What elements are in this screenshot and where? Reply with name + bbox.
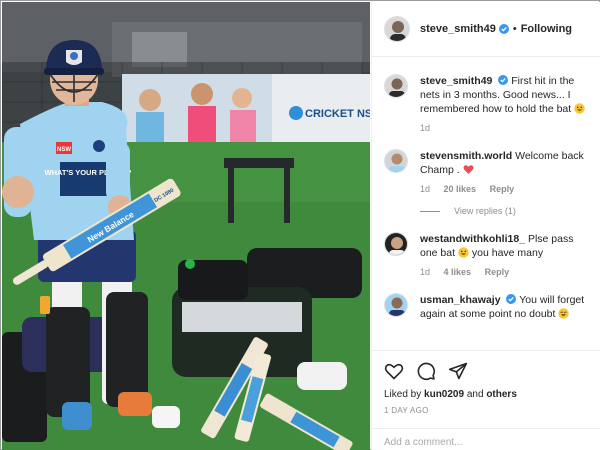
like-heart-icon[interactable]: [384, 361, 404, 381]
separator-dot: •: [512, 23, 517, 35]
view-replies-label: View replies (1): [454, 206, 516, 216]
comment-meta: 1d 20 likes Reply: [420, 184, 589, 194]
comment-timestamp: 1d: [420, 267, 431, 277]
post-photo[interactable]: CRICKET NS WHAT'S YOUR PLAN B? NSW New B…: [2, 2, 370, 450]
commenter-avatar[interactable]: [384, 293, 408, 317]
grin-emoji-icon: [574, 103, 585, 114]
verified-badge-icon: [498, 75, 509, 85]
liked-by-prefix: Liked by: [384, 389, 422, 400]
verified-badge-icon: [498, 24, 509, 34]
author-username[interactable]: steve_smith49: [420, 23, 496, 35]
heart-icon: [463, 164, 474, 175]
post-header: steve_smith49 • Following: [372, 2, 600, 57]
reply-button[interactable]: Reply: [490, 184, 515, 194]
caption-username[interactable]: steve_smith49: [420, 75, 492, 87]
verified-badge-icon: [506, 294, 517, 304]
liked-by-and: and: [466, 389, 484, 400]
comment-username[interactable]: westandwithkohli18_: [420, 233, 525, 245]
liked-by-user[interactable]: kun0209: [424, 389, 464, 400]
caption-text: steve_smith49 First hit in the nets in 3…: [420, 74, 589, 116]
commenter-avatar[interactable]: [384, 232, 408, 256]
shirt-badge-text: NSW: [57, 147, 71, 153]
comment-item: westandwithkohli18_ Plse pass one bat yo…: [384, 232, 589, 277]
comment-username[interactable]: usman_khawajy: [420, 294, 501, 306]
comment-timestamp: 1d: [420, 184, 431, 194]
comment-likes[interactable]: 20 likes: [444, 184, 477, 194]
comment-likes[interactable]: 4 likes: [444, 267, 472, 277]
caption-comment: steve_smith49 First hit in the nets in 3…: [384, 74, 589, 133]
caption-meta: 1d: [420, 123, 589, 133]
liked-by-others[interactable]: others: [486, 389, 517, 400]
share-paper-plane-icon[interactable]: [448, 361, 468, 381]
grin-emoji-icon: [458, 247, 469, 258]
comments-list: steve_smith49 First hit in the nets in 3…: [372, 58, 600, 348]
caption-author-avatar[interactable]: [384, 74, 408, 98]
comment-text: usman_khawajy You will forget again at s…: [420, 293, 589, 321]
comment-text: westandwithkohli18_ Plse pass one bat yo…: [420, 232, 589, 260]
author-avatar[interactable]: [384, 16, 410, 42]
banner-brand-text: CRICKET NSW: [305, 108, 370, 120]
add-comment-input[interactable]: Add a comment...: [372, 428, 600, 450]
view-replies-link[interactable]: View replies (1): [420, 206, 589, 216]
instagram-post-window: CRICKET NS WHAT'S YOUR PLAN B? NSW New B…: [0, 0, 600, 450]
comment-item: usman_khawajy You will forget again at s…: [384, 293, 589, 321]
comment-username[interactable]: stevensmith.world: [420, 150, 512, 162]
reply-button[interactable]: Reply: [485, 267, 510, 277]
following-button[interactable]: Following: [521, 23, 572, 35]
view-replies-line: [420, 210, 440, 212]
comment-item: stevensmith.world Welcome back Champ . 1…: [384, 149, 589, 194]
post-actions: Liked by kun0209 and others 1 DAY AGO: [372, 350, 600, 415]
comment-body-tail: you have many: [471, 247, 544, 259]
post-timestamp: 1 DAY AGO: [384, 406, 429, 415]
laugh-emoji-icon: [558, 308, 570, 319]
caption-timestamp: 1d: [420, 123, 431, 133]
comment-meta: 1d 4 likes Reply: [420, 267, 589, 277]
post-side-panel: steve_smith49 • Following steve_smith49: [371, 2, 600, 450]
liked-by-line: Liked by kun0209 and others: [384, 389, 589, 400]
commenter-avatar[interactable]: [384, 149, 408, 173]
comment-bubble-icon[interactable]: [416, 361, 436, 381]
comment-text: stevensmith.world Welcome back Champ .: [420, 149, 589, 177]
action-icons-row: [384, 361, 589, 381]
